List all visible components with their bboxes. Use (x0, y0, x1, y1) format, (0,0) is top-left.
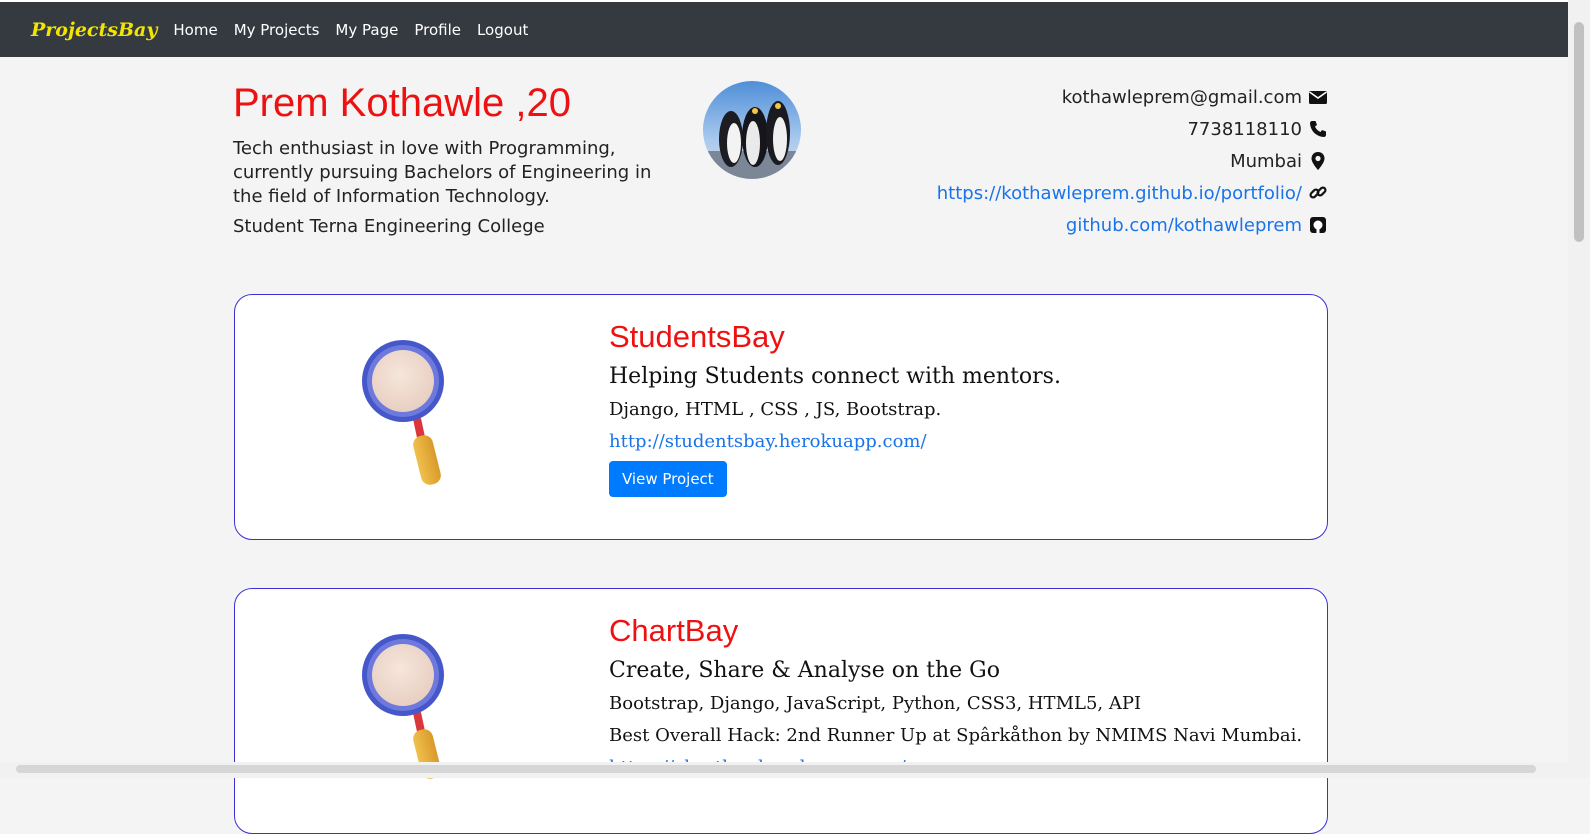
nav-logout[interactable]: Logout (477, 21, 528, 39)
profile-name: Prem Kothawle ,20 (233, 81, 571, 125)
portfolio-link[interactable]: https://kothawleprem.github.io/portfolio… (937, 183, 1302, 204)
profile-bio: Tech enthusiast in love with Programming… (233, 138, 652, 207)
contact-location: Mumbai (937, 145, 1328, 177)
vertical-scrollbar[interactable] (1568, 0, 1590, 778)
map-marker-icon (1308, 151, 1328, 171)
nav-links: Home My Projects My Page Profile Logout (173, 21, 544, 39)
profile-occupation: Student Terna Engineering College (233, 216, 545, 237)
magnifier-icon (355, 335, 465, 495)
nav-my-projects[interactable]: My Projects (234, 21, 320, 39)
view-project-button[interactable]: View Project (609, 461, 727, 497)
contact-phone: 7738118110 (937, 113, 1328, 145)
project-info: ChartBay Create, Share & Analyse on the … (609, 613, 1302, 781)
horizontal-scrollbar[interactable] (0, 762, 1568, 778)
project-description: Helping Students connect with mentors. (609, 364, 1061, 389)
project-description: Create, Share & Analyse on the Go (609, 658, 1000, 683)
github-link[interactable]: github.com/kothawleprem (1066, 215, 1302, 236)
project-award: Best Overall Hack: 2nd Runner Up at Spâr… (609, 725, 1303, 746)
contact-github: github.com/kothawleprem (937, 209, 1328, 241)
brand-logo[interactable]: ProjectsBay (31, 19, 157, 41)
nav-home[interactable]: Home (173, 21, 217, 39)
github-icon (1308, 215, 1328, 235)
envelope-icon (1308, 87, 1328, 107)
profile-header: Prem Kothawle ,20 Tech enthusiast in lov… (0, 57, 1568, 257)
location-text: Mumbai (1230, 150, 1302, 172)
email-text: kothawleprem@gmail.com (1061, 86, 1302, 108)
contact-list: kothawleprem@gmail.com 7738118110 Mumbai… (937, 81, 1328, 241)
nav-my-page[interactable]: My Page (335, 21, 398, 39)
link-icon (1308, 183, 1328, 203)
horizontal-scroll-thumb[interactable] (16, 765, 1536, 773)
top-navbar: ProjectsBay Home My Projects My Page Pro… (0, 2, 1568, 57)
project-title: ChartBay (609, 613, 739, 648)
project-tech: Bootstrap, Django, JavaScript, Python, C… (609, 693, 1142, 714)
nav-profile[interactable]: Profile (414, 21, 461, 39)
project-card: ChartBay Create, Share & Analyse on the … (234, 588, 1328, 834)
project-card: StudentsBay Helping Students connect wit… (234, 294, 1328, 540)
contact-portfolio: https://kothawleprem.github.io/portfolio… (937, 177, 1328, 209)
project-title: StudentsBay (609, 319, 785, 354)
project-info: StudentsBay Helping Students connect wit… (609, 319, 1061, 497)
phone-text: 7738118110 (1187, 118, 1302, 140)
contact-email: kothawleprem@gmail.com (937, 81, 1328, 113)
phone-icon (1308, 119, 1328, 139)
vertical-scroll-thumb[interactable] (1574, 22, 1584, 242)
project-link[interactable]: http://studentsbay.herokuapp.com/ (609, 429, 1061, 455)
profile-avatar (703, 81, 801, 179)
project-tech: Django, HTML , CSS , JS, Bootstrap. (609, 399, 942, 420)
